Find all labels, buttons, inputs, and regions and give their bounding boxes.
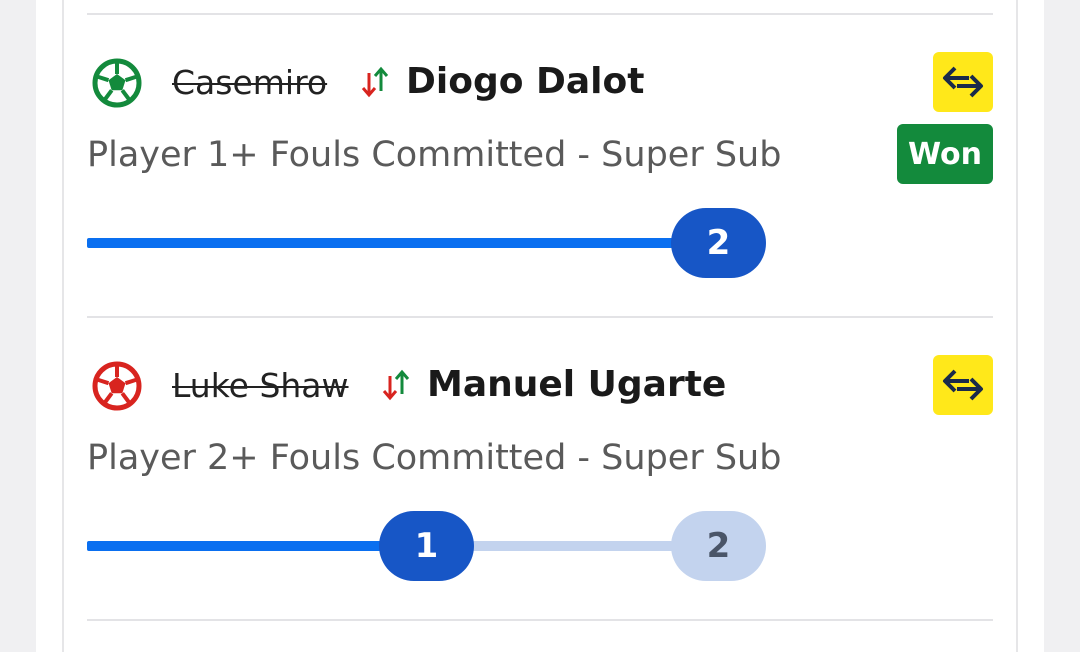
market-name: Player 1+ Fouls Committed - Super Sub [87,135,782,175]
substitution-arrows-icon [361,66,389,98]
progress-marker: 1 [379,511,474,581]
football-icon [92,361,142,411]
divider [87,619,993,621]
substitution-arrows-icon [382,369,410,401]
progress-marker-target: 2 [671,511,766,581]
football-icon [92,58,142,108]
swap-icon [943,369,983,401]
won-badge: Won [897,124,993,184]
swap-icon [943,66,983,98]
bet-leg: Casemiro Diogo Dalot Player 1+ Fouls Com… [87,15,993,315]
progress-track-filled [87,238,707,248]
super-sub-swap-button[interactable] [933,355,993,415]
substitute-player-name: Diogo Dalot [406,61,645,102]
bet-leg: Luke Shaw Manuel Ugarte Player 2+ Fouls … [87,318,993,618]
substituted-player-name: Casemiro [172,63,328,102]
substituted-player-name: Luke Shaw [172,366,349,405]
super-sub-swap-button[interactable] [933,52,993,112]
progress-track-filled [87,541,417,551]
market-name: Player 2+ Fouls Committed - Super Sub [87,438,782,478]
substitute-player-name: Manuel Ugarte [427,364,727,405]
progress-marker: 2 [671,208,766,278]
